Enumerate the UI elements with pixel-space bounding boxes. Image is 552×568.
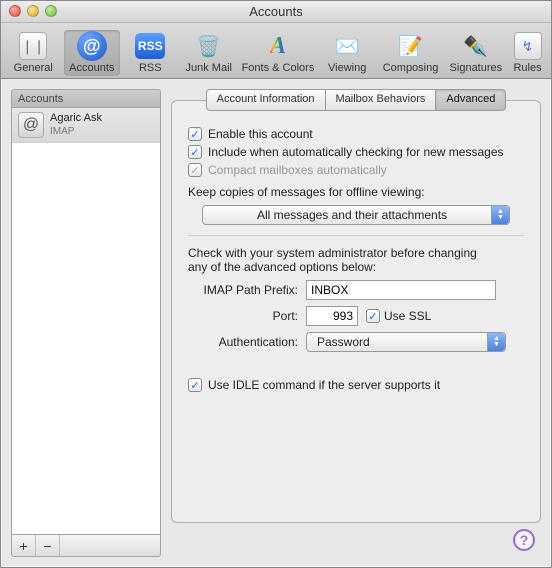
enable-account-checkbox[interactable]: ✓ (188, 127, 202, 141)
signatures-icon: ✒️ (460, 30, 492, 62)
advanced-pane: ✓ Enable this account ✓ Include when aut… (171, 100, 541, 523)
toolbar-item-signatures[interactable]: ✒️ Signatures (446, 30, 506, 76)
use-ssl-checkbox[interactable]: ✓ (366, 309, 380, 323)
settings-pane: Account Information Mailbox Behaviors Ad… (171, 89, 541, 557)
divider (188, 235, 524, 236)
toolbar-label: Signatures (450, 62, 503, 74)
use-idle-checkbox[interactable]: ✓ (188, 378, 202, 392)
offline-caption: Keep copies of messages for offline view… (188, 185, 524, 199)
zoom-icon[interactable] (45, 5, 57, 17)
compact-mailboxes-checkbox: ✓ (188, 163, 202, 177)
toolbar-item-fonts-colors[interactable]: A Fonts & Colors (239, 30, 317, 76)
include-auto-check-checkbox[interactable]: ✓ (188, 145, 202, 159)
toolbar-label: Rules (513, 62, 541, 74)
preferences-window: Accounts ❘❘ General @ Accounts RSS RSS 🗑… (0, 0, 552, 568)
imap-prefix-label: IMAP Path Prefix: (188, 283, 306, 297)
include-auto-check-label: Include when automatically checking for … (208, 145, 504, 159)
viewing-icon: ✉️ (331, 30, 363, 62)
port-input[interactable] (306, 306, 358, 326)
toolbar-label: RSS (139, 62, 162, 74)
authentication-label: Authentication: (188, 335, 306, 349)
use-ssl-label: Use SSL (384, 309, 431, 323)
rules-icon: ↯ (514, 32, 542, 60)
content-area: Accounts @ Agaric Ask IMAP + − Account I… (1, 79, 551, 567)
fonts-icon: A (270, 33, 286, 60)
admin-note: Check with your system administrator bef… (188, 246, 524, 260)
close-icon[interactable] (9, 5, 21, 17)
authentication-select[interactable]: Password ▲▼ (306, 332, 506, 352)
help-button[interactable]: ? (513, 529, 535, 551)
tab-account-information[interactable]: Account Information (206, 89, 326, 111)
toolbar-item-rules[interactable]: ↯ Rules (508, 30, 547, 76)
remove-account-button[interactable]: − (36, 535, 60, 556)
titlebar: Accounts (1, 1, 551, 23)
toolbar-label: General (14, 62, 53, 74)
rss-icon: RSS (135, 33, 165, 59)
window-title: Accounts (249, 4, 302, 19)
toolbar-item-junk[interactable]: 🗑️ Junk Mail (181, 30, 238, 76)
toolbar-label: Fonts & Colors (242, 62, 315, 74)
toolbar-item-viewing[interactable]: ✉️ Viewing (319, 30, 376, 76)
compact-mailboxes-label: Compact mailboxes automatically (208, 163, 387, 177)
composing-icon: 📝 (395, 30, 427, 62)
minimize-icon[interactable] (27, 5, 39, 17)
account-type: IMAP (50, 125, 102, 138)
offline-messages-value: All messages and their attachments (213, 208, 491, 222)
chevron-up-down-icon: ▲▼ (491, 206, 509, 224)
toolbar-label: Accounts (69, 62, 114, 74)
at-icon: @ (18, 112, 44, 138)
window-controls (9, 5, 57, 17)
toolbar-label: Composing (383, 62, 439, 74)
preferences-toolbar: ❘❘ General @ Accounts RSS RSS 🗑️ Junk Ma… (1, 23, 551, 79)
tab-bar: Account Information Mailbox Behaviors Ad… (171, 89, 541, 111)
toolbar-item-rss[interactable]: RSS RSS (122, 30, 179, 76)
at-icon: @ (77, 31, 107, 61)
toolbar-item-general[interactable]: ❘❘ General (5, 30, 62, 76)
toolbar-item-accounts[interactable]: @ Accounts (64, 30, 121, 76)
imap-prefix-input[interactable] (306, 280, 496, 300)
account-item[interactable]: @ Agaric Ask IMAP (12, 108, 160, 143)
sidebar-header: Accounts (11, 89, 161, 107)
account-name: Agaric Ask (50, 112, 102, 125)
switches-icon: ❘❘ (19, 32, 47, 60)
admin-note: any of the advanced options below: (188, 260, 524, 274)
accounts-list[interactable]: @ Agaric Ask IMAP (11, 107, 161, 535)
toolbar-label: Viewing (328, 62, 366, 74)
offline-messages-select[interactable]: All messages and their attachments ▲▼ (202, 205, 510, 225)
add-account-button[interactable]: + (12, 535, 36, 556)
sidebar-footer: + − (11, 535, 161, 557)
port-label: Port: (188, 309, 306, 323)
use-idle-label: Use IDLE command if the server supports … (208, 378, 440, 392)
tab-advanced[interactable]: Advanced (435, 89, 506, 111)
toolbar-label: Junk Mail (186, 62, 232, 74)
enable-account-label: Enable this account (208, 127, 313, 141)
accounts-sidebar: Accounts @ Agaric Ask IMAP + − (11, 89, 161, 557)
chevron-up-down-icon: ▲▼ (487, 333, 505, 351)
tab-mailbox-behaviors[interactable]: Mailbox Behaviors (325, 89, 437, 111)
junk-icon: 🗑️ (193, 30, 225, 62)
authentication-value: Password (317, 335, 370, 349)
toolbar-item-composing[interactable]: 📝 Composing (377, 30, 443, 76)
